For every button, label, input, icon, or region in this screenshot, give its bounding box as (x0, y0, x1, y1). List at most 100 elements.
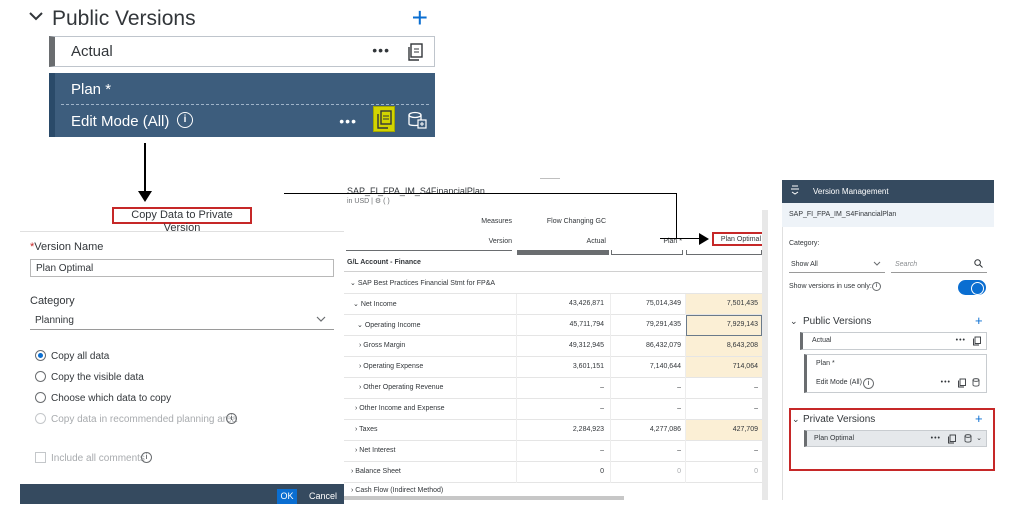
cancel-button[interactable]: Cancel (306, 489, 340, 504)
table-row[interactable]: › Other Operating Revenue – – – (344, 378, 762, 399)
cell-plan[interactable]: – (621, 447, 681, 454)
table-row[interactable]: › Taxes 2,284,923 4,277,086 427,709 (344, 420, 762, 441)
cell-plan-optimal[interactable]: – (698, 405, 758, 412)
info-icon[interactable]: i (872, 282, 881, 291)
info-icon[interactable]: i (177, 112, 193, 128)
cell-plan[interactable]: 75,014,349 (621, 300, 681, 307)
version-name-input[interactable]: Plan Optimal (30, 259, 334, 277)
row-label: ⌄ Operating Income (357, 321, 420, 329)
version-card-actual[interactable]: Actual ••• (800, 332, 987, 350)
version-card-plan[interactable]: Plan * Edit Mode (All) i ••• (49, 73, 435, 137)
cell-actual[interactable]: 3,601,151 (544, 363, 604, 370)
chevron-right-icon[interactable]: › (359, 342, 361, 349)
cell-plan[interactable]: 4,277,086 (621, 426, 681, 433)
cell-plan[interactable]: 7,140,644 (621, 363, 681, 370)
radio-choose-data[interactable] (35, 392, 46, 403)
version-card-plan[interactable]: Plan * Edit Mode (All) i ••• (804, 354, 987, 393)
more-options-icon[interactable]: ••• (931, 435, 941, 442)
include-comments-checkbox[interactable] (35, 452, 46, 463)
column-header-actual[interactable]: Actual (540, 238, 606, 245)
more-options-icon[interactable]: ••• (339, 113, 357, 129)
publish-data-icon[interactable] (972, 378, 981, 390)
info-icon[interactable]: i (863, 378, 874, 389)
add-private-version-icon[interactable]: + (975, 411, 983, 426)
cell-plan-optimal[interactable]: 8,643,208 (698, 342, 758, 349)
info-icon[interactable]: i (141, 452, 152, 463)
cell-actual[interactable]: 0 (544, 468, 604, 475)
private-version-card[interactable]: Plan Optimal ••• ⌄ (804, 430, 987, 447)
chevron-right-icon[interactable]: › (355, 405, 357, 412)
horizontal-scrollbar[interactable] (344, 496, 624, 500)
chevron-down-icon[interactable]: ⌄ (792, 414, 800, 425)
include-comments-label: Include all comments (51, 453, 145, 464)
category-filter-select[interactable]: Show All (789, 258, 885, 273)
cell-plan-optimal[interactable]: – (698, 384, 758, 391)
chevron-right-icon[interactable]: › (359, 384, 361, 391)
cell-plan[interactable]: 79,291,435 (621, 321, 681, 328)
chevron-down-icon[interactable]: ⌄ (790, 316, 798, 327)
cell-actual[interactable]: – (544, 384, 604, 391)
copy-icon[interactable] (947, 434, 956, 446)
publish-data-icon[interactable] (407, 111, 427, 129)
table-row[interactable]: ⌄ Operating Income 45,711,794 79,291,435… (344, 315, 762, 336)
table-row[interactable]: › Operating Expense 3,601,151 7,140,644 … (344, 357, 762, 378)
table-row[interactable]: › Balance Sheet 0 0 0 (344, 462, 762, 483)
table-row[interactable]: ⌄ SAP Best Practices Financial Stmt for … (344, 273, 762, 294)
info-icon[interactable]: i (226, 413, 237, 424)
copy-version-icon[interactable] (373, 106, 395, 132)
chevron-down-icon[interactable]: ⌄ (350, 280, 356, 287)
cell-plan[interactable]: 0 (621, 468, 681, 475)
column-header-plan-optimal[interactable]: Plan Optimal (712, 232, 766, 246)
add-version-icon[interactable]: + (975, 313, 983, 328)
chevron-down-icon[interactable]: ⌄ (357, 322, 363, 329)
table-row[interactable]: › Gross Margin 49,312,945 86,432,079 8,6… (344, 336, 762, 357)
table-row[interactable]: › Cash Flow (Indirect Method) (344, 483, 762, 496)
show-in-use-toggle[interactable] (958, 280, 986, 295)
table-row[interactable]: › Net Interest – – – (344, 441, 762, 462)
cell-plan-optimal[interactable]: 427,709 (698, 426, 758, 433)
cell-plan-optimal[interactable]: 714,064 (698, 363, 758, 370)
radio-copy-visible[interactable] (35, 371, 46, 382)
cell-actual[interactable]: 49,312,945 (544, 342, 604, 349)
cell-actual[interactable]: – (544, 447, 604, 454)
chevron-down-icon[interactable]: ⌄ (353, 301, 359, 308)
cell-actual[interactable]: – (544, 405, 604, 412)
version-card-actual[interactable]: Actual ••• (49, 36, 435, 67)
add-version-icon[interactable]: + (412, 2, 428, 34)
cell-plan-optimal[interactable]: 7,929,143 (698, 321, 758, 328)
copy-icon[interactable] (957, 378, 966, 390)
table-row[interactable]: ⌄ Net Income 43,426,871 75,014,349 7,501… (344, 294, 762, 315)
cell-plan-optimal[interactable]: 7,501,435 (698, 300, 758, 307)
chevron-down-icon[interactable] (28, 8, 44, 29)
cell-plan[interactable]: – (621, 384, 681, 391)
search-input[interactable]: Search (891, 258, 987, 273)
chevron-right-icon[interactable]: › (359, 363, 361, 370)
more-options-icon[interactable]: ••• (372, 42, 390, 58)
chevron-right-icon[interactable]: › (355, 447, 357, 454)
chevron-right-icon[interactable]: › (355, 426, 357, 433)
cell-actual[interactable]: 2,284,923 (544, 426, 604, 433)
cell-plan-optimal[interactable]: – (698, 447, 758, 454)
cell-actual[interactable]: 43,426,871 (544, 300, 604, 307)
category-select[interactable]: Planning (30, 312, 334, 330)
chevron-down-icon[interactable]: ⌄ (976, 434, 982, 442)
gear-icon[interactable]: ⚙ (375, 198, 381, 205)
cell-actual[interactable]: 45,711,794 (544, 321, 604, 328)
ok-button[interactable]: OK (277, 489, 297, 504)
radio-copy-all[interactable] (35, 350, 46, 361)
more-options-icon[interactable]: ••• (956, 337, 966, 344)
search-icon[interactable] (974, 259, 983, 270)
table-row[interactable]: › Other Income and Expense – – – (344, 399, 762, 420)
column-header-plan[interactable]: Plan * (616, 238, 682, 245)
vertical-scrollbar[interactable] (762, 210, 768, 500)
copy-icon[interactable] (406, 43, 424, 61)
copy-icon[interactable] (972, 336, 981, 348)
cell-plan-optimal[interactable]: 0 (698, 468, 758, 475)
cell-plan[interactable]: – (621, 405, 681, 412)
chevron-right-icon[interactable]: › (351, 487, 353, 494)
chevron-right-icon[interactable]: › (351, 468, 353, 475)
more-options-icon[interactable]: ••• (941, 379, 951, 386)
cell-plan[interactable]: 86,432,079 (621, 342, 681, 349)
row-label-text: Other Income and Expense (359, 405, 445, 412)
publish-data-icon[interactable] (964, 434, 973, 446)
